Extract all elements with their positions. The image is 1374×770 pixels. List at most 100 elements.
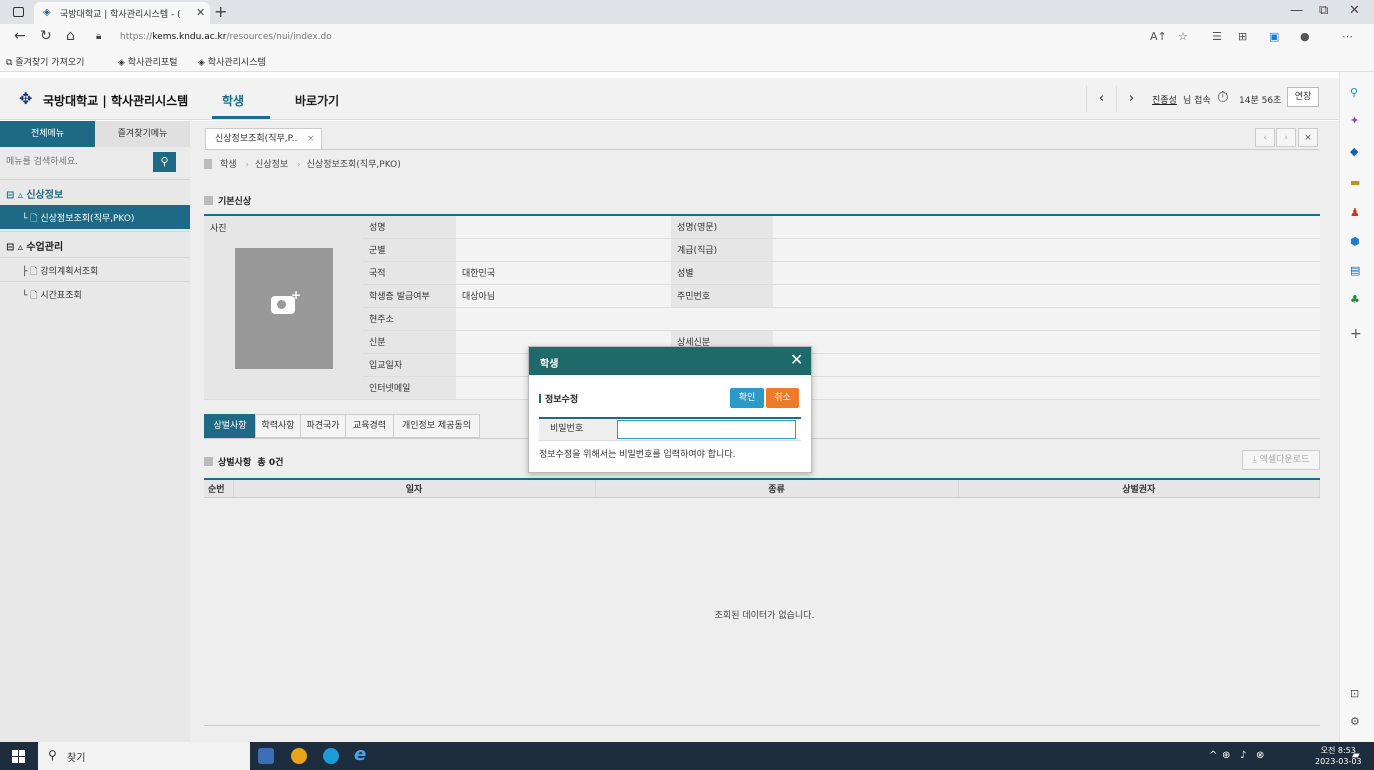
excel-download-button[interactable]: ⤓ 엑셀다운로드	[1242, 450, 1320, 470]
lock-icon: 🔒︎	[96, 31, 102, 42]
browser-tab[interactable]: ◈ 국방대학교 | 학사관리시스템 - ( ✕	[34, 2, 210, 24]
favorites-list-icon[interactable]: ☰	[1212, 30, 1222, 43]
tab-actions-icon[interactable]	[13, 7, 24, 17]
modal-header: 학생 ✕	[529, 347, 811, 375]
volume-icon[interactable]: ♪	[1240, 750, 1246, 761]
confirm-button[interactable]: 확인	[730, 388, 764, 408]
copilot-icon[interactable]: ✦	[1350, 114, 1359, 127]
sidebar-group-classes[interactable]: ⊟ ▵ 수업관리	[0, 231, 190, 255]
value-gender	[773, 261, 1320, 285]
app-logo[interactable]: 국방대학교 | 학사관리시스템	[43, 92, 188, 109]
empty-message: 조회된 데이터가 없습니다.	[714, 611, 815, 621]
games-icon[interactable]: ♟	[1350, 206, 1360, 219]
value-address	[456, 307, 1320, 331]
col-type[interactable]: 종류	[595, 479, 959, 498]
menu-student[interactable]: 학생	[222, 92, 244, 109]
bookmark-portal[interactable]: ◈ 학사관리포털	[118, 55, 177, 68]
more-icon[interactable]: ⋯	[1342, 30, 1353, 43]
taskbar-search[interactable]: ⚲ 찾기	[38, 742, 250, 770]
menu-search-input[interactable]	[4, 152, 152, 172]
active-menu-underline	[212, 116, 270, 119]
windows-start-icon[interactable]	[12, 750, 25, 763]
tools-icon[interactable]: ▬	[1350, 176, 1360, 189]
tag-icon[interactable]: ◆	[1350, 145, 1358, 158]
extension-icon[interactable]: ▣	[1269, 30, 1279, 43]
close-content-tab-icon[interactable]: ×	[307, 129, 315, 149]
subtab-career[interactable]: 교육경력	[345, 414, 394, 438]
value-rank	[773, 238, 1320, 262]
label-email: 인터넷메일	[363, 376, 456, 400]
col-date[interactable]: 일자	[233, 479, 596, 498]
tree-icon[interactable]: ♣	[1350, 293, 1360, 306]
close-all-tabs-button[interactable]: ×	[1298, 128, 1318, 147]
menu-shortcut[interactable]: 바로가기	[295, 92, 339, 109]
sidebar-group-profile[interactable]: ⊟ ▵ 신상정보	[0, 179, 190, 203]
add-app-icon[interactable]: +	[1350, 326, 1362, 342]
session-timer: 14분 56초	[1239, 96, 1282, 106]
outlook-icon[interactable]: ▤	[1350, 264, 1360, 277]
col-index[interactable]: 순번	[204, 479, 234, 498]
tab-scroll-left-button[interactable]: ‹	[1255, 128, 1275, 147]
close-tab-icon[interactable]: ✕	[196, 6, 205, 19]
password-input[interactable]	[617, 420, 796, 439]
profile-icon[interactable]: ●	[1300, 30, 1310, 43]
network-icon[interactable]: ⊕	[1222, 750, 1230, 761]
file-explorer-icon[interactable]	[258, 748, 274, 764]
profile-photo[interactable]: +	[235, 248, 333, 369]
university-logo-icon: ✥	[19, 89, 33, 108]
edge-icon[interactable]	[323, 748, 339, 764]
content-tab[interactable]: 신상정보조회(직무,P.. ×	[205, 128, 322, 149]
subtab-education[interactable]: 학력사항	[255, 414, 301, 438]
subtab-privacy-consent[interactable]: 개인정보 제공동의	[393, 414, 480, 438]
home-icon[interactable]: ⌂	[66, 28, 75, 44]
minimize-icon[interactable]: —	[1290, 3, 1303, 18]
sidebar-item-syllabus[interactable]: ├ 🗋 강의계획서조회	[0, 257, 190, 281]
search-button[interactable]: ⚲	[153, 152, 176, 172]
new-tab-icon[interactable]: +	[214, 2, 227, 21]
user-name[interactable]: 진종성	[1152, 93, 1177, 106]
favorite-star-icon[interactable]: ☆	[1178, 30, 1188, 43]
sidebar-item-timetable[interactable]: └ 🗋 시간표조회	[0, 281, 190, 305]
tab-all-menu[interactable]: 전체메뉴	[0, 121, 95, 147]
password-label: 비밀번호	[539, 419, 619, 440]
modal-close-icon[interactable]: ✕	[790, 350, 803, 369]
internet-explorer-icon[interactable]: e	[354, 746, 370, 764]
bookmark-system[interactable]: ◈ 학사관리시스템	[198, 55, 266, 68]
add-photo-icon: +	[291, 288, 302, 302]
collections-icon[interactable]: ⊞	[1238, 30, 1247, 43]
split-screen-icon[interactable]: ⊡	[1350, 687, 1359, 700]
prev-button[interactable]: ‹	[1086, 86, 1116, 112]
search-icon[interactable]: ⚲	[1350, 86, 1358, 99]
tab-scroll-right-button[interactable]: ›	[1276, 128, 1296, 147]
back-icon[interactable]: ←	[14, 28, 26, 44]
tray-chevron-icon[interactable]: ^	[1209, 750, 1217, 761]
cancel-button[interactable]: 취소	[766, 388, 799, 408]
office-icon[interactable]: ⬢	[1350, 235, 1360, 248]
next-button[interactable]: ›	[1116, 86, 1146, 112]
read-aloud-icon[interactable]: A↑	[1150, 30, 1167, 43]
extend-button[interactable]: 연장	[1287, 87, 1319, 107]
chrome-icon[interactable]	[291, 748, 307, 764]
value-nationality: 대한민국	[456, 261, 671, 285]
url-field[interactable]: https://kems.kndu.ac.kr/resources/nui/in…	[120, 32, 332, 42]
bookmark-flag-icon[interactable]	[204, 159, 212, 169]
input-icon[interactable]: ⊗	[1256, 750, 1264, 761]
sidebar-item-profile-inquiry[interactable]: └ 🗋 신상정보조회(직무,PKO)	[0, 205, 190, 229]
close-window-icon[interactable]: ✕	[1349, 3, 1360, 18]
value-id-issue: 대상아님	[456, 284, 671, 308]
site-favicon-icon: ◈	[43, 7, 51, 18]
windows-taskbar: ⚲ 찾기 e ^ ⊕ ♪ ⊗ 오전 8:53 2023-03-03 ▰	[0, 742, 1374, 770]
settings-gear-icon[interactable]: ⚙	[1350, 715, 1360, 728]
restore-icon[interactable]: ⧉	[1319, 3, 1328, 18]
login-status: 님 접속	[1183, 96, 1211, 106]
subtab-dispatch[interactable]: 파견국가	[300, 414, 346, 438]
col-authority[interactable]: 상벌권자	[958, 479, 1320, 498]
address-bar-row: ← ↻ ⌂ 🔒︎ https://kems.kndu.ac.kr/resourc…	[0, 24, 1374, 50]
notification-icon[interactable]: ▰	[1352, 750, 1360, 761]
tab-favorite-menu[interactable]: 즐겨찾기메뉴	[95, 121, 190, 147]
label-admission: 입교일자	[363, 353, 456, 377]
refresh-icon[interactable]: ↻	[40, 28, 52, 44]
subtab-rewards[interactable]: 상벌사항	[204, 414, 256, 438]
label-branch: 군별	[363, 238, 456, 262]
bookmark-import[interactable]: ⧉ 즐겨찾기 가져오기	[6, 55, 84, 68]
